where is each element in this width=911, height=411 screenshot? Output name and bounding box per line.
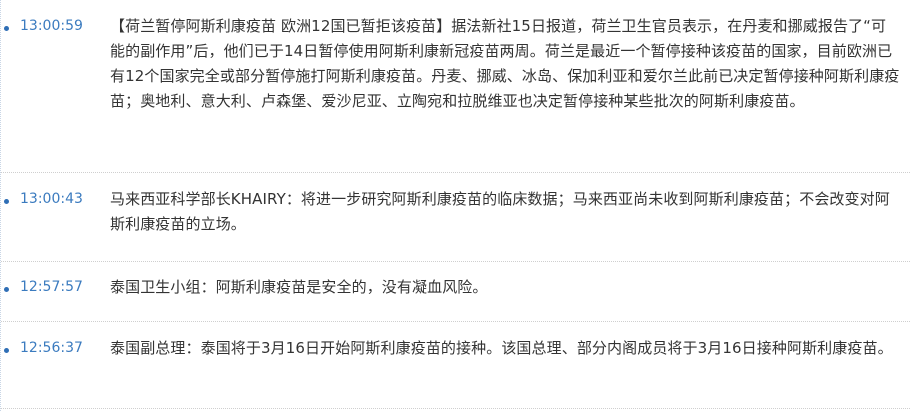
news-headline: 【荷兰暂停阿斯利康疫苗 欧洲12国已暂拒该疫苗】 [110,17,452,35]
news-time: 12:56:37 [20,340,83,356]
news-item: 12:57:57 泰国卫生小组：阿斯利康疫苗是安全的，没有凝血风险。 [1,275,911,301]
news-content: 马来西亚科学部长KHAIRY：将进一步研究阿斯利康疫苗的临床数据；马来西亚尚未收… [110,187,900,237]
news-item: 13:00:43 马来西亚科学部长KHAIRY：将进一步研究阿斯利康疫苗的临床数… [1,187,911,239]
news-feed: 13:00:59 【荷兰暂停阿斯利康疫苗 欧洲12国已暂拒该疫苗】据法新社15日… [0,0,911,411]
news-text: 泰国卫生小组：阿斯利康疫苗是安全的，没有凝血风险。 [110,278,488,296]
divider [1,172,911,173]
news-content: 泰国卫生小组：阿斯利康疫苗是安全的，没有凝血风险。 [110,275,900,300]
divider [1,321,911,322]
news-content: 【荷兰暂停阿斯利康疫苗 欧洲12国已暂拒该疫苗】据法新社15日报道，荷兰卫生官员… [110,14,900,114]
news-time: 13:00:43 [20,191,83,207]
news-content: 泰国副总理：泰国将于3月16日开始阿斯利康疫苗的接种。该国总理、部分内阁成员将于… [110,336,900,361]
news-item: 13:00:59 【荷兰暂停阿斯利康疫苗 欧洲12国已暂拒该疫苗】据法新社15日… [1,14,911,144]
bullet-dot-icon [4,26,9,31]
bullet-dot-icon [4,348,9,353]
divider [1,261,911,262]
news-item: 12:56:37 泰国副总理：泰国将于3月16日开始阿斯利康疫苗的接种。该国总理… [1,336,911,388]
news-text: 马来西亚科学部长KHAIRY：将进一步研究阿斯利康疫苗的临床数据；马来西亚尚未收… [110,190,890,233]
news-text: 泰国副总理：泰国将于3月16日开始阿斯利康疫苗的接种。该国总理、部分内阁成员将于… [110,339,893,357]
news-time: 12:57:57 [20,279,83,295]
news-time: 13:00:59 [20,18,83,34]
divider [1,408,911,409]
bullet-dot-icon [4,287,9,292]
bullet-dot-icon [4,199,9,204]
